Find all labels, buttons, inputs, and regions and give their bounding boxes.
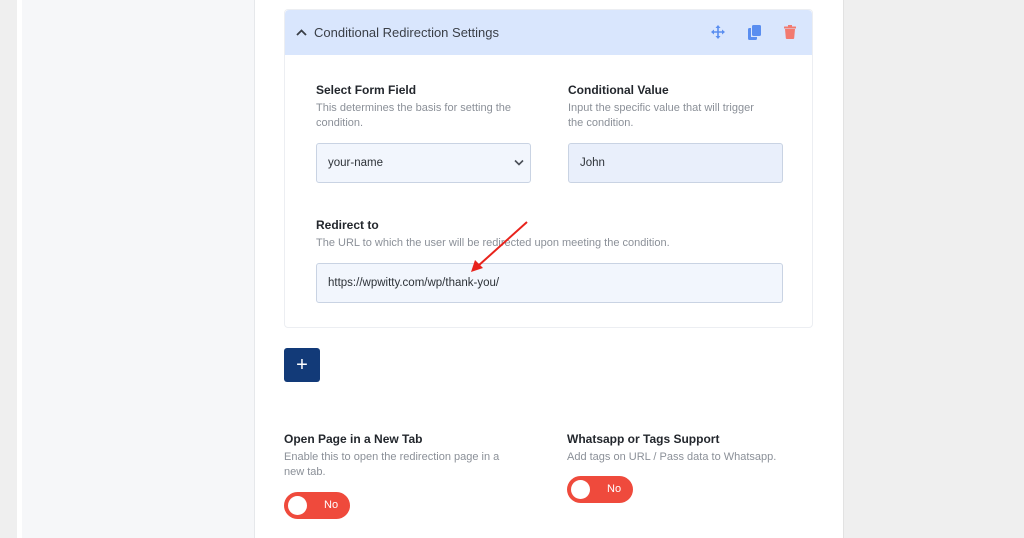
main-content: Conditional Redirection Settings Select … xyxy=(256,0,844,538)
chevron-up-icon[interactable] xyxy=(294,26,308,40)
toggle-label: No xyxy=(607,483,622,495)
card-header[interactable]: Conditional Redirection Settings xyxy=(285,10,812,55)
redirect-to-group: Redirect to The URL to which the user wi… xyxy=(316,218,786,251)
select-form-field-description: This determines the basis for setting th… xyxy=(316,101,546,131)
select-form-field-label: Select Form Field xyxy=(316,83,417,97)
toggle-knob xyxy=(571,480,590,499)
conditional-redirection-card: Conditional Redirection Settings Select … xyxy=(284,9,813,328)
conditional-value-label: Conditional Value xyxy=(568,83,669,97)
copy-icon[interactable] xyxy=(746,24,762,40)
desc-line: the condition. xyxy=(568,117,634,129)
left-sidebar-area xyxy=(22,0,255,538)
whatsapp-description: Add tags on URL / Pass data to Whatsapp. xyxy=(567,451,777,463)
desc-line: condition. xyxy=(316,117,364,129)
select-form-field-group: Select Form Field This determines the ba… xyxy=(316,83,546,131)
form-field-select-value: your-name xyxy=(328,157,383,169)
new-tab-label: Open Page in a New Tab xyxy=(284,432,423,446)
whatsapp-toggle[interactable]: No xyxy=(567,476,633,503)
move-icon[interactable] xyxy=(710,24,726,40)
new-tab-group: Open Page in a New Tab Enable this to op… xyxy=(284,432,534,480)
redirect-url-text: https://wpwitty.com/wp/thank-you/ xyxy=(328,277,500,289)
conditional-value-input[interactable]: John xyxy=(568,143,783,183)
add-condition-button[interactable]: + xyxy=(284,348,320,382)
redirect-to-description: The URL to which the user will be redire… xyxy=(316,237,670,249)
trash-icon[interactable] xyxy=(782,24,798,40)
conditional-value-group: Conditional Value Input the specific val… xyxy=(568,83,798,131)
form-field-select[interactable]: your-name xyxy=(316,143,531,183)
card-title: Conditional Redirection Settings xyxy=(314,25,499,40)
desc-line: This determines the basis for setting th… xyxy=(316,102,512,114)
new-tab-description: Enable this to open the redirection page… xyxy=(284,450,534,480)
desc-line: new tab. xyxy=(284,466,326,478)
whatsapp-label: Whatsapp or Tags Support xyxy=(567,432,720,446)
whatsapp-group: Whatsapp or Tags Support Add tags on URL… xyxy=(567,432,827,465)
conditional-value-text: John xyxy=(580,157,605,169)
desc-line: Enable this to open the redirection page… xyxy=(284,451,500,463)
conditional-value-description: Input the specific value that will trigg… xyxy=(568,101,798,131)
toggle-label: No xyxy=(324,499,339,511)
toggle-knob xyxy=(288,496,307,515)
chevron-down-icon xyxy=(514,157,524,169)
new-tab-toggle[interactable]: No xyxy=(284,492,350,519)
redirect-to-label: Redirect to xyxy=(316,218,379,232)
desc-line: Input the specific value that will trigg… xyxy=(568,102,754,114)
redirect-url-input[interactable]: https://wpwitty.com/wp/thank-you/ xyxy=(316,263,783,303)
